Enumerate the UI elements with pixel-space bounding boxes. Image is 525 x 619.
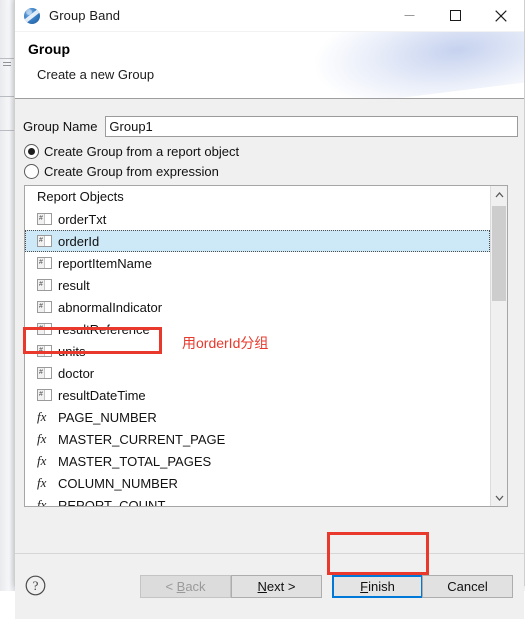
list-vertical-scrollbar[interactable]	[490, 186, 507, 506]
report-objects-listbox[interactable]: Report Objects # orderTxt # orderId # reportI…	[24, 185, 508, 507]
help-button[interactable]: ?	[25, 575, 46, 596]
radio-unselected-icon	[24, 164, 39, 179]
scroll-down-button[interactable]	[491, 489, 507, 506]
list-item[interactable]: # orderTxt	[25, 208, 490, 230]
field-icon: #	[37, 213, 52, 225]
maximize-icon	[450, 10, 461, 21]
chevron-down-icon	[495, 495, 504, 501]
list-item[interactable]: fx REPORT_COUNT	[25, 494, 490, 507]
radio-create-from-expression[interactable]: Create Group from expression	[24, 162, 219, 180]
minimize-icon	[404, 10, 415, 21]
field-icon: #	[37, 301, 52, 313]
dialog-footer: ? < Back Next > Finish Cancel	[15, 553, 524, 619]
page-title: Group	[28, 41, 70, 57]
minimize-button[interactable]	[386, 0, 432, 31]
help-icon: ?	[25, 575, 46, 596]
list-item-label: units	[58, 344, 85, 359]
close-button[interactable]	[478, 0, 524, 31]
radio-create-from-report-object[interactable]: Create Group from a report object	[24, 142, 239, 160]
chevron-up-icon	[495, 192, 504, 198]
field-icon: #	[37, 389, 52, 401]
field-icon: #	[37, 345, 52, 357]
list-item-label: doctor	[58, 366, 94, 381]
list-item-label: abnormalIndicator	[58, 300, 162, 315]
wizard-header: Group Create a new Group	[15, 32, 524, 99]
list-item[interactable]: # units	[25, 340, 490, 362]
list-item[interactable]: fx PAGE_NUMBER	[25, 406, 490, 428]
back-button[interactable]: < Back	[140, 575, 231, 598]
list-item-label: resultReference	[58, 322, 150, 337]
bg-tick	[3, 65, 11, 66]
radio-report-object-label: Create Group from a report object	[44, 144, 239, 159]
scroll-up-button[interactable]	[491, 186, 507, 203]
page-subtitle: Create a new Group	[37, 67, 154, 82]
list-item-label: result	[58, 278, 90, 293]
dialog-body: Group Name Create Group from a report ob…	[15, 99, 524, 553]
field-icon: #	[37, 257, 52, 269]
scrollbar-thumb[interactable]	[492, 206, 506, 301]
list-item-label: REPORT_COUNT	[58, 498, 165, 508]
list-item[interactable]: # orderId	[25, 230, 490, 252]
window-title: Group Band	[49, 8, 120, 23]
radio-expression-label: Create Group from expression	[44, 164, 219, 179]
group-band-dialog: Group Band Group Create a new Group Grou…	[14, 0, 525, 586]
list-item[interactable]: # resultDateTime	[25, 384, 490, 406]
list-item[interactable]: # abnormalIndicator	[25, 296, 490, 318]
bg-divider	[0, 96, 14, 97]
report-objects-items[interactable]: #orderTxt#orderId#reportItemName#result#…	[25, 208, 490, 506]
group-name-input[interactable]	[105, 116, 518, 137]
list-item[interactable]: # result	[25, 274, 490, 296]
list-item-label: orderTxt	[58, 212, 106, 227]
list-item-label: COLUMN_NUMBER	[58, 476, 178, 491]
field-icon: #	[37, 323, 52, 335]
fx-icon: fx	[37, 433, 53, 445]
fx-icon: fx	[37, 455, 53, 467]
list-item[interactable]: # resultReference	[25, 318, 490, 340]
birt-logo-icon	[24, 8, 40, 24]
field-icon: #	[37, 235, 52, 247]
list-item[interactable]: # reportItemName	[25, 252, 490, 274]
radio-selected-icon	[24, 144, 39, 159]
list-item-label: orderId	[58, 234, 99, 249]
field-icon: #	[37, 279, 52, 291]
group-name-label: Group Name	[23, 119, 97, 134]
list-item[interactable]: fx MASTER_CURRENT_PAGE	[25, 428, 490, 450]
fx-icon: fx	[37, 411, 53, 423]
list-item-label: reportItemName	[58, 256, 152, 271]
list-item-label: MASTER_TOTAL_PAGES	[58, 454, 211, 469]
bg-tick	[3, 62, 11, 63]
bg-divider	[0, 58, 14, 59]
list-item-label: MASTER_CURRENT_PAGE	[58, 432, 225, 447]
group-name-row: Group Name	[23, 115, 518, 137]
title-bar[interactable]: Group Band	[15, 0, 524, 32]
maximize-button[interactable]	[432, 0, 478, 31]
finish-button[interactable]: Finish	[332, 575, 423, 598]
bg-divider	[0, 130, 14, 131]
header-watermark	[309, 32, 524, 99]
fx-icon: fx	[37, 499, 53, 507]
list-item[interactable]: fx COLUMN_NUMBER	[25, 472, 490, 494]
list-item[interactable]: # doctor	[25, 362, 490, 384]
list-item-label: resultDateTime	[58, 388, 146, 403]
close-icon	[495, 10, 507, 22]
next-button[interactable]: Next >	[231, 575, 322, 598]
cancel-button[interactable]: Cancel	[422, 575, 513, 598]
report-objects-header: Report Objects	[25, 186, 507, 208]
list-item-label: PAGE_NUMBER	[58, 410, 157, 425]
fx-icon: fx	[37, 477, 53, 489]
list-item[interactable]: fx MASTER_TOTAL_PAGES	[25, 450, 490, 472]
field-icon: #	[37, 367, 52, 379]
